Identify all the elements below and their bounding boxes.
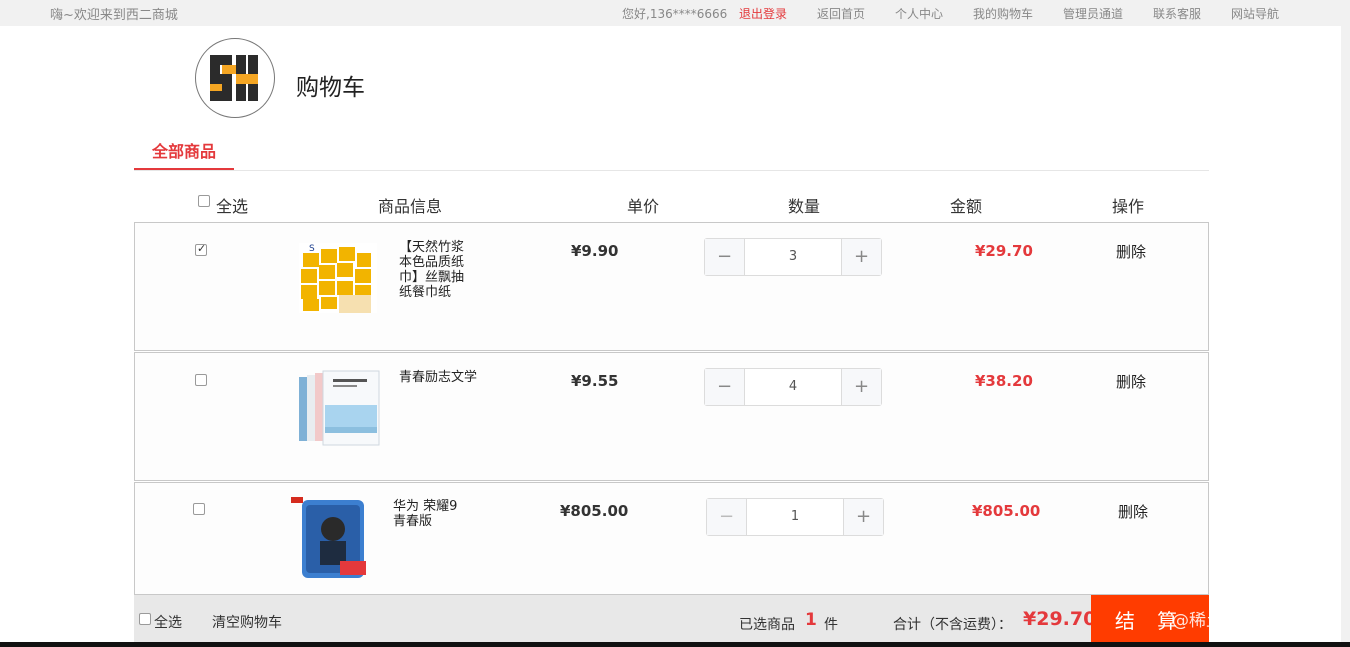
increase-button[interactable]: + xyxy=(841,239,881,275)
quantity-input[interactable]: 4 xyxy=(745,369,841,405)
product-image xyxy=(291,497,366,578)
select-all-checkbox-footer[interactable] xyxy=(139,613,151,625)
customer-service-link[interactable]: 联系客服 xyxy=(1153,5,1201,22)
product-name[interactable]: 华为 荣耀9青春版 xyxy=(393,499,469,529)
svg-text:S: S xyxy=(309,244,315,254)
product-image xyxy=(299,370,380,446)
decrease-button[interactable]: − xyxy=(705,239,745,275)
unit-price: ¥9.55 xyxy=(571,372,619,390)
welcome-text: 嗨~欢迎来到西二商城 xyxy=(50,8,178,23)
header-amount: 金额 xyxy=(950,197,983,216)
increase-button[interactable]: + xyxy=(841,369,881,405)
bottom-edge xyxy=(0,642,1350,647)
quantity-stepper: − 4 + xyxy=(704,368,882,406)
header-product-info: 商品信息 xyxy=(378,197,443,216)
my-cart-link[interactable]: 我的购物车 xyxy=(973,5,1033,22)
logout-link[interactable]: 退出登录 xyxy=(739,5,787,22)
footer-select-all[interactable]: 全选 xyxy=(154,612,182,632)
top-bar: 嗨~欢迎来到西二商城 您好,136****6666 退出登录 返回首页 个人中心… xyxy=(0,0,1350,26)
header-action: 操作 xyxy=(1112,197,1145,216)
site-logo[interactable] xyxy=(195,38,275,118)
admin-link[interactable]: 管理员通道 xyxy=(1063,5,1123,22)
increase-button[interactable]: + xyxy=(843,499,883,535)
tab-divider xyxy=(134,170,1209,171)
tab-all-goods[interactable]: 全部商品 xyxy=(134,138,234,170)
quantity-stepper: − 3 + xyxy=(704,238,882,276)
product-name[interactable]: 青春励志文学 xyxy=(399,370,519,385)
user-greeting: 您好,136****6666 xyxy=(622,7,728,21)
quantity-input[interactable]: 1 xyxy=(747,499,843,535)
delete-link[interactable]: 删除 xyxy=(1118,501,1148,522)
cart-row: 华为 荣耀9青春版 ¥805.00 − 1 + ¥805.00 删除 xyxy=(134,482,1209,595)
cart-footer: 全选 清空购物车 已选商品 1 件 合计（不含运费）： ¥29.70 结 算 xyxy=(134,595,1209,647)
page-title: 购物车 xyxy=(296,75,365,101)
product-name[interactable]: 【天然竹浆本色品质纸巾】丝飘抽纸餐巾纸 xyxy=(399,240,475,300)
quantity-input[interactable]: 3 xyxy=(745,239,841,275)
item-amount: ¥38.20 xyxy=(975,372,1033,390)
decrease-button[interactable]: − xyxy=(705,369,745,405)
cart-row: 青春励志文学 ¥9.55 − 4 + ¥38.20 删除 xyxy=(134,352,1209,481)
delete-link[interactable]: 删除 xyxy=(1116,241,1146,262)
cart-row: S 【天然竹浆本色品质纸巾】丝飘抽纸餐巾纸 ¥9.90 − 3 + ¥29.70… xyxy=(134,222,1209,351)
header-unit-price: 单价 xyxy=(627,197,660,216)
selected-count: 1 xyxy=(805,610,817,630)
quantity-stepper: − 1 + xyxy=(706,498,884,536)
header-select-all: 全选 xyxy=(216,197,249,216)
delete-link[interactable]: 删除 xyxy=(1116,371,1146,392)
item-checkbox[interactable] xyxy=(195,242,207,256)
unit-price: ¥9.90 xyxy=(571,242,619,260)
unit-price: ¥805.00 xyxy=(560,502,629,520)
item-amount: ¥805.00 xyxy=(972,502,1041,520)
decrease-button[interactable]: − xyxy=(707,499,747,535)
scrollbar-track[interactable] xyxy=(1341,26,1350,647)
personal-center-link[interactable]: 个人中心 xyxy=(895,5,943,22)
select-all-checkbox-header[interactable] xyxy=(198,195,210,207)
clear-cart-button[interactable]: 清空购物车 xyxy=(212,612,282,632)
selected-label: 已选商品 xyxy=(739,617,795,633)
item-amount: ¥29.70 xyxy=(975,242,1033,260)
item-checkbox[interactable] xyxy=(195,374,207,386)
product-image: S xyxy=(299,243,377,313)
home-link[interactable]: 返回首页 xyxy=(817,5,865,22)
header-quantity: 数量 xyxy=(788,197,821,216)
selected-unit: 件 xyxy=(824,617,838,633)
item-checkbox[interactable] xyxy=(193,503,205,515)
site-nav-link[interactable]: 网站导航 xyxy=(1231,5,1279,22)
watermark: @稀土掘金技术社区 xyxy=(1172,611,1325,631)
total-label: 合计（不含运费）： xyxy=(893,617,1012,633)
logo-mark-icon xyxy=(210,55,258,101)
total-price: ¥29.70 xyxy=(1023,608,1097,630)
